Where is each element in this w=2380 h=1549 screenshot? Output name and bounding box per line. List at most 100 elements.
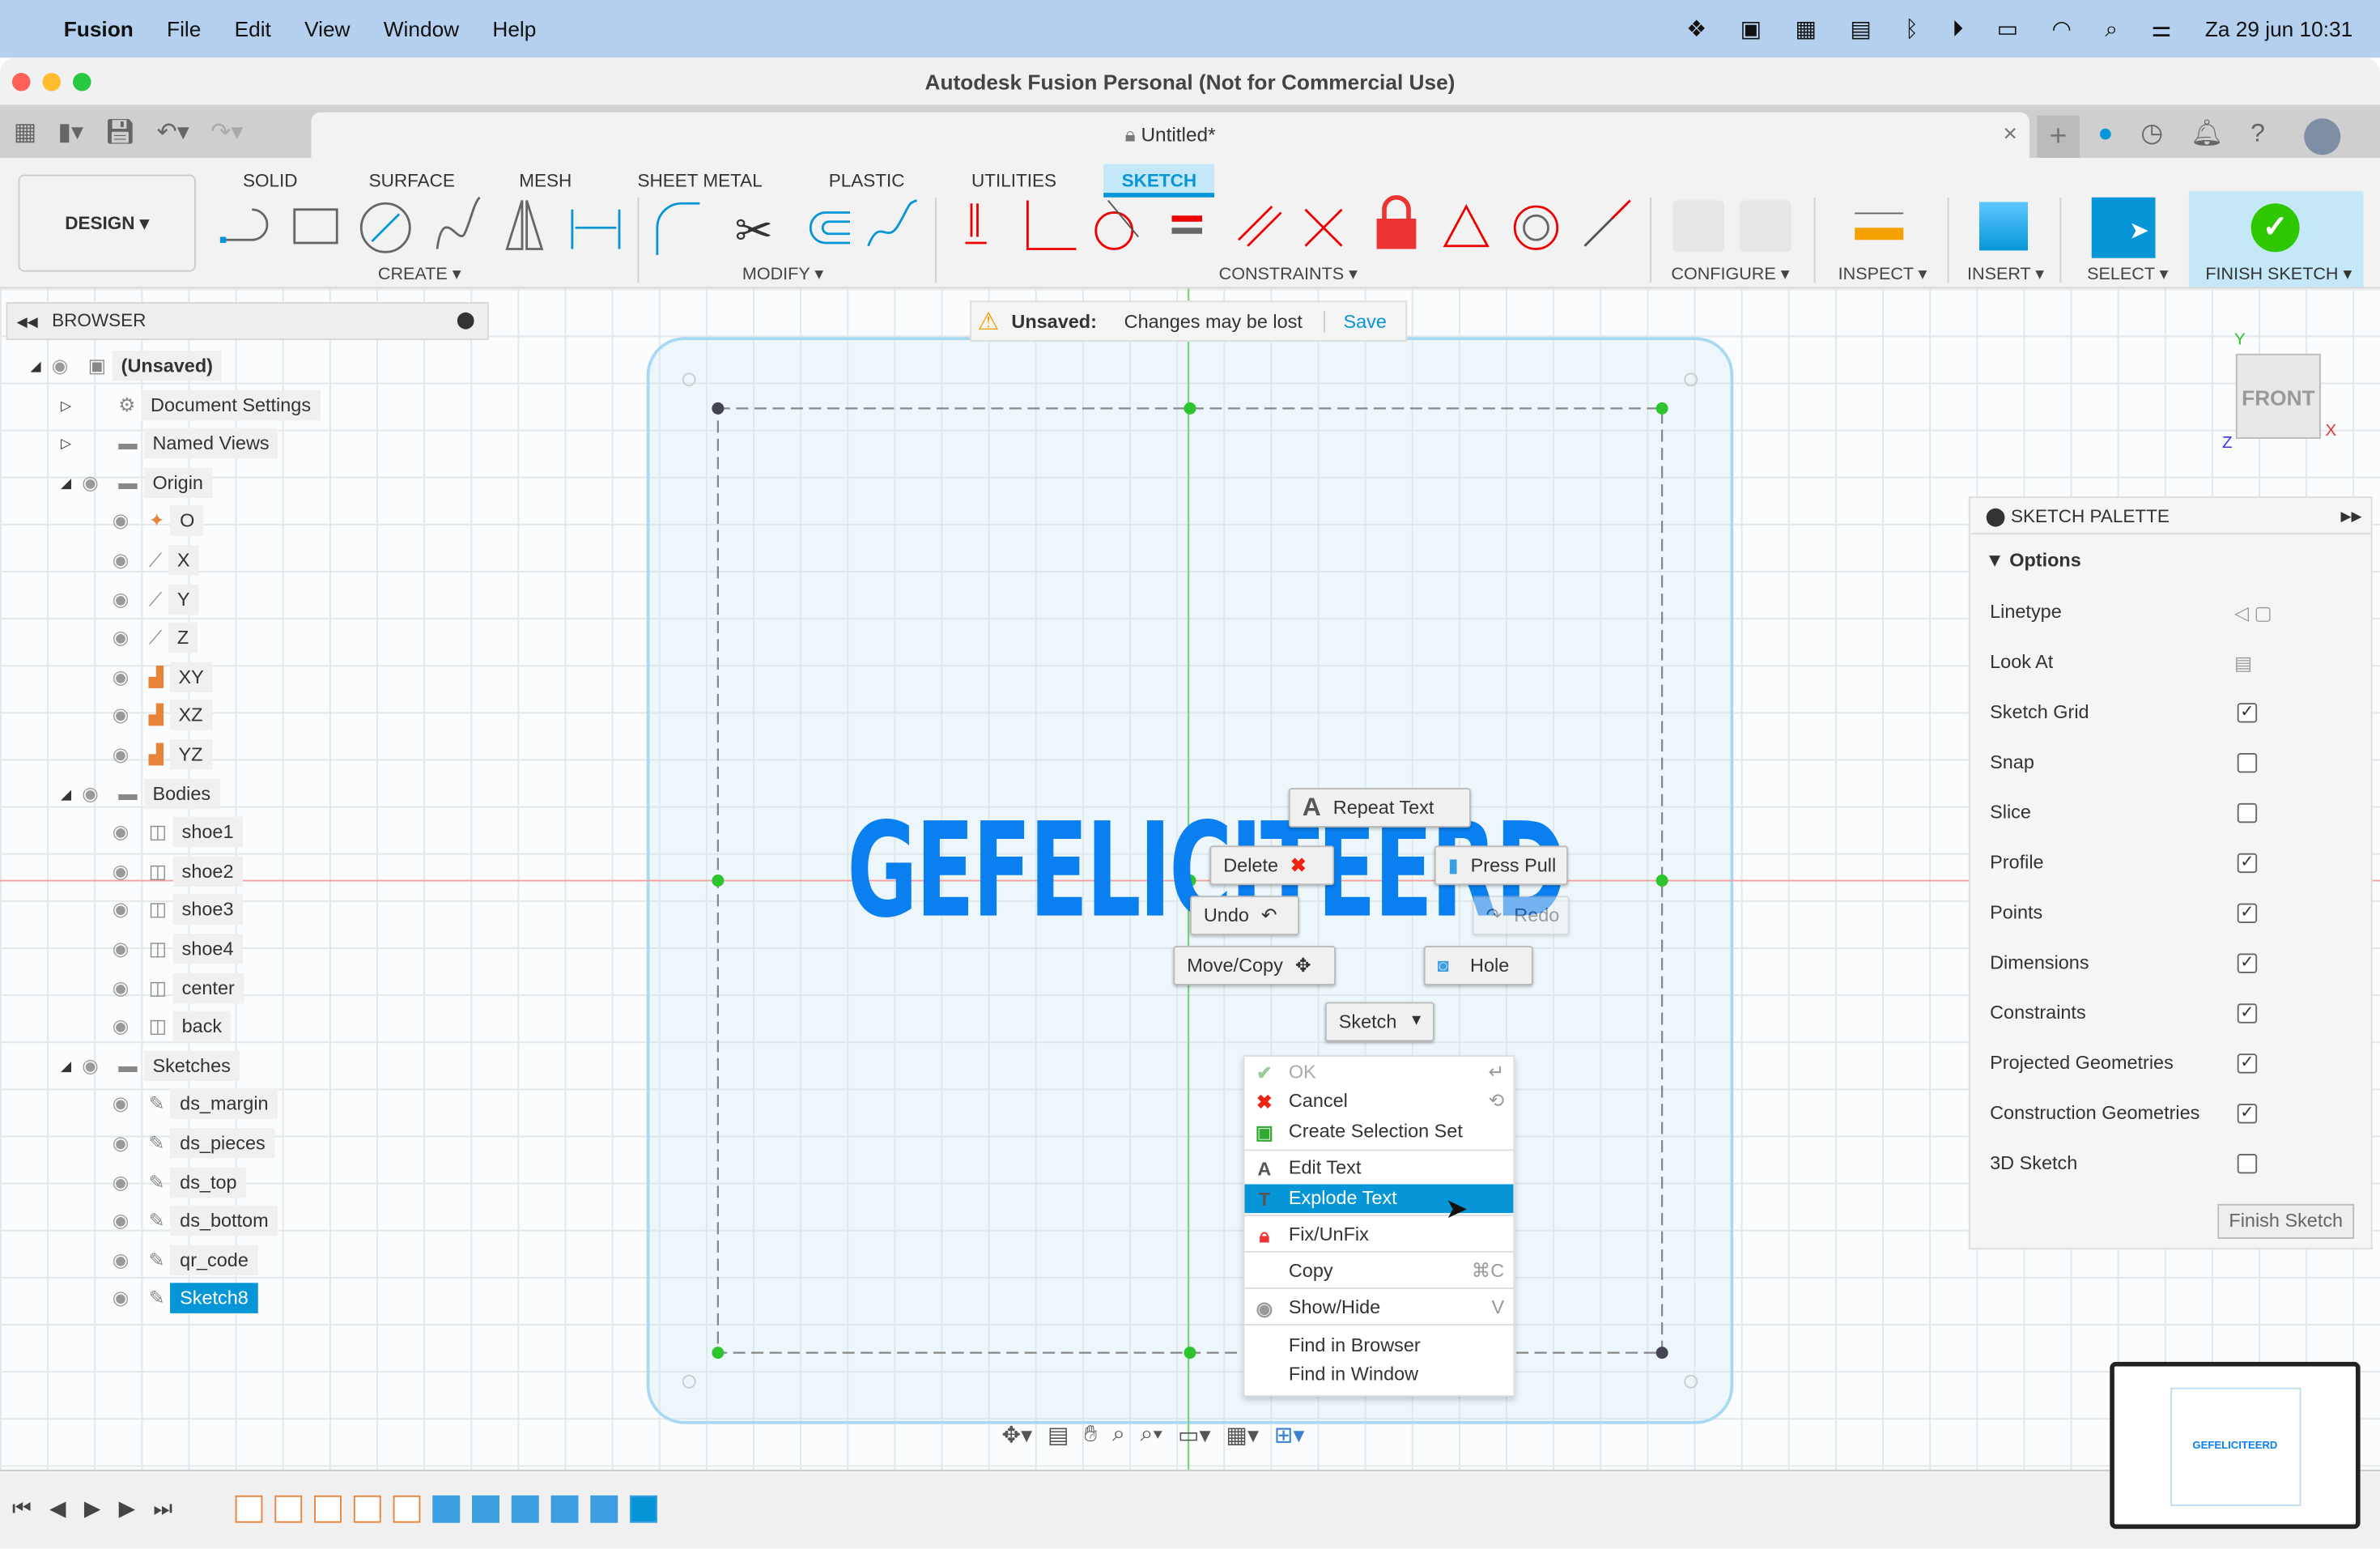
press-pull-button[interactable]: ▮ Press Pull	[1434, 845, 1568, 886]
expand-palette-icon[interactable]: ▶▶	[2341, 498, 2362, 534]
go-to-end-icon[interactable]: ⏭	[153, 1496, 172, 1521]
finish-sketch-palette-button[interactable]: Finish Sketch	[2217, 1203, 2355, 1239]
browser-item[interactable]: ◉ ✎ ds_bottom	[91, 1206, 278, 1236]
expanded-arrow-icon[interactable]: ◢	[61, 1050, 82, 1081]
timeline-sketch-icon[interactable]	[235, 1495, 263, 1523]
look-at-icon[interactable]: ▤	[1048, 1421, 1069, 1449]
palette-checkbox[interactable]: ✓	[2237, 1053, 2258, 1074]
visibility-eye-icon[interactable]: ◉	[113, 817, 143, 848]
dropbox-icon[interactable]: ❖	[1686, 15, 1706, 43]
redo-button[interactable]: ↷ Redo	[1472, 896, 1570, 935]
extensions-icon[interactable]: ●	[2097, 118, 2113, 155]
palette-checkbox[interactable]: ✓	[2237, 1104, 2258, 1124]
visibility-eye-icon[interactable]: ◉	[113, 1167, 143, 1198]
minimap-preview[interactable]: GEFELICITEERD	[2110, 1361, 2361, 1530]
sketch-dropdown-button[interactable]: Sketch ▼	[1324, 1002, 1434, 1042]
context-menu-item[interactable]: Copy ⌘C	[1245, 1257, 1514, 1287]
browser-item[interactable]: ◉ ⟋ X	[91, 545, 199, 576]
visibility-eye-icon[interactable]: ◉	[82, 467, 113, 498]
browser-item[interactable]: ◉ ✎ ds_top	[91, 1167, 246, 1198]
context-menu-item[interactable]: Find in Window	[1245, 1360, 1514, 1389]
battery-icon[interactable]: ▭	[1997, 15, 2019, 43]
insert-menu[interactable]: INSERT ▾	[1967, 262, 2044, 284]
browser-item[interactable]: ▷ ▬ Named Views	[61, 428, 278, 459]
minimize-window-button[interactable]	[42, 73, 61, 91]
collapsed-arrow-icon[interactable]: ▷	[61, 428, 82, 459]
browser-item[interactable]: ◢ ◉ ▣ (Unsaved)	[31, 351, 223, 381]
browser-item[interactable]: ◉ ◫ center	[91, 972, 244, 1003]
browser-item[interactable]: ◉ ✎ qr_code	[91, 1245, 258, 1275]
palette-options-icon[interactable]: ⬤	[1986, 505, 2006, 526]
spline-tool-icon[interactable]	[436, 196, 481, 249]
workspace-switcher[interactable]: DESIGN ▾	[18, 174, 196, 272]
browser-item[interactable]: ◉ ✎ Sketch8	[91, 1283, 258, 1314]
visibility-eye-icon[interactable]: ◉	[113, 506, 143, 537]
help-icon[interactable]: ?	[2250, 118, 2265, 155]
visibility-eye-icon[interactable]: ◉	[113, 1011, 143, 1042]
browser-item[interactable]: ◢ ◉ ▬ Origin	[61, 467, 213, 498]
visibility-eye-icon[interactable]: ◉	[113, 584, 143, 615]
clock[interactable]: Za 29 jun 10:31	[2205, 17, 2352, 41]
play-icon[interactable]: ▶	[84, 1496, 100, 1521]
timeline-sketch-icon[interactable]	[274, 1495, 303, 1523]
tab-utilities[interactable]: UTILITIES	[954, 164, 1075, 198]
control-center-icon[interactable]: ⚌	[2151, 15, 2171, 43]
browser-item[interactable]: ◉ ◫ shoe3	[91, 895, 243, 926]
collinear-icon[interactable]	[1583, 199, 1631, 247]
bluetooth-icon[interactable]: ᛒ	[1905, 16, 1919, 42]
collapsed-arrow-icon[interactable]: ▷	[61, 389, 82, 420]
tab-mesh[interactable]: MESH	[501, 164, 590, 198]
palette-checkbox[interactable]: ✓	[2237, 903, 2258, 923]
wifi-icon[interactable]: ◠	[2052, 15, 2072, 43]
timeline-feature-icon[interactable]	[550, 1495, 579, 1523]
timeline-feature-icon[interactable]	[472, 1495, 499, 1523]
timeline-feature-icon[interactable]	[511, 1495, 539, 1523]
rectangle-tool-icon[interactable]	[293, 208, 338, 245]
repeat-text-button[interactable]: A Repeat Text	[1288, 788, 1471, 828]
dimension-tool-icon[interactable]	[571, 209, 621, 249]
perpendicular-constraint-icon[interactable]	[1304, 208, 1343, 247]
inspect-menu[interactable]: INSPECT ▾	[1838, 262, 1927, 284]
menu-window[interactable]: Window	[384, 17, 459, 41]
timeline-feature-icon[interactable]	[590, 1495, 618, 1523]
visibility-eye-icon[interactable]: ◉	[52, 351, 83, 381]
palette-checkbox[interactable]: ✓	[2237, 953, 2258, 973]
tab-sketch[interactable]: SKETCH	[1103, 164, 1215, 198]
delete-button[interactable]: Delete ✖	[1209, 845, 1335, 886]
browser-item[interactable]: ◢ ◉ ▬ Sketches	[61, 1050, 240, 1081]
concentric-circle-icon[interactable]	[1513, 205, 1559, 250]
menu-edit[interactable]: Edit	[235, 17, 271, 41]
midpoint-triangle-icon[interactable]	[1443, 204, 1490, 248]
linetype-icon[interactable]: ◁ ▢	[2234, 602, 2272, 623]
visibility-eye-icon[interactable]: ◉	[113, 1283, 143, 1314]
close-tab-icon[interactable]: ×	[2003, 113, 2017, 158]
offset-tool-icon[interactable]	[809, 211, 850, 245]
close-window-button[interactable]	[12, 73, 31, 91]
tab-solid[interactable]: SOLID	[225, 164, 317, 198]
browser-item[interactable]: ◉ ◫ back	[91, 1011, 232, 1042]
timeline-feature-icon[interactable]	[630, 1495, 657, 1523]
viewports-icon[interactable]: ⊞▾	[1274, 1421, 1305, 1449]
expanded-arrow-icon[interactable]: ◢	[61, 778, 82, 809]
document-tab[interactable]: 🔒︎ Untitled* ×	[311, 112, 2029, 158]
visibility-eye-icon[interactable]: ◉	[82, 778, 113, 809]
browser-item[interactable]: ◉ ◫ shoe4	[91, 934, 243, 964]
orbit-icon[interactable]: ✥▾	[1002, 1421, 1033, 1449]
browser-item[interactable]: ◉ ▟ XY	[91, 662, 214, 692]
context-menu-item[interactable]: ▣ Create Selection Set	[1245, 1117, 1514, 1147]
visibility-eye-icon[interactable]: ◉	[113, 1245, 143, 1275]
palette-checkbox[interactable]	[2237, 1154, 2258, 1174]
trim-scissors-icon[interactable]: ✂	[735, 205, 773, 256]
circle-tool-icon[interactable]	[359, 202, 411, 253]
context-menu-item[interactable]: ✖ Cancel ⟲	[1245, 1087, 1514, 1117]
fix-lock-icon[interactable]	[1376, 195, 1417, 249]
tab-plastic[interactable]: PLASTIC	[810, 164, 923, 198]
line-tool-icon[interactable]	[219, 208, 269, 243]
browser-item[interactable]: ◉ ⟋ Z	[91, 623, 198, 653]
save-link[interactable]: Save	[1343, 310, 1386, 331]
configure-parameters-icon[interactable]	[1672, 200, 1724, 253]
constraints-menu[interactable]: CONSTRAINTS ▾	[1219, 262, 1358, 284]
browser-options-icon[interactable]: ⬤	[457, 304, 475, 338]
browser-item[interactable]: ▷ ⚙ Document Settings	[61, 389, 321, 420]
collapse-browser-icon[interactable]: ◀◀	[17, 314, 38, 330]
